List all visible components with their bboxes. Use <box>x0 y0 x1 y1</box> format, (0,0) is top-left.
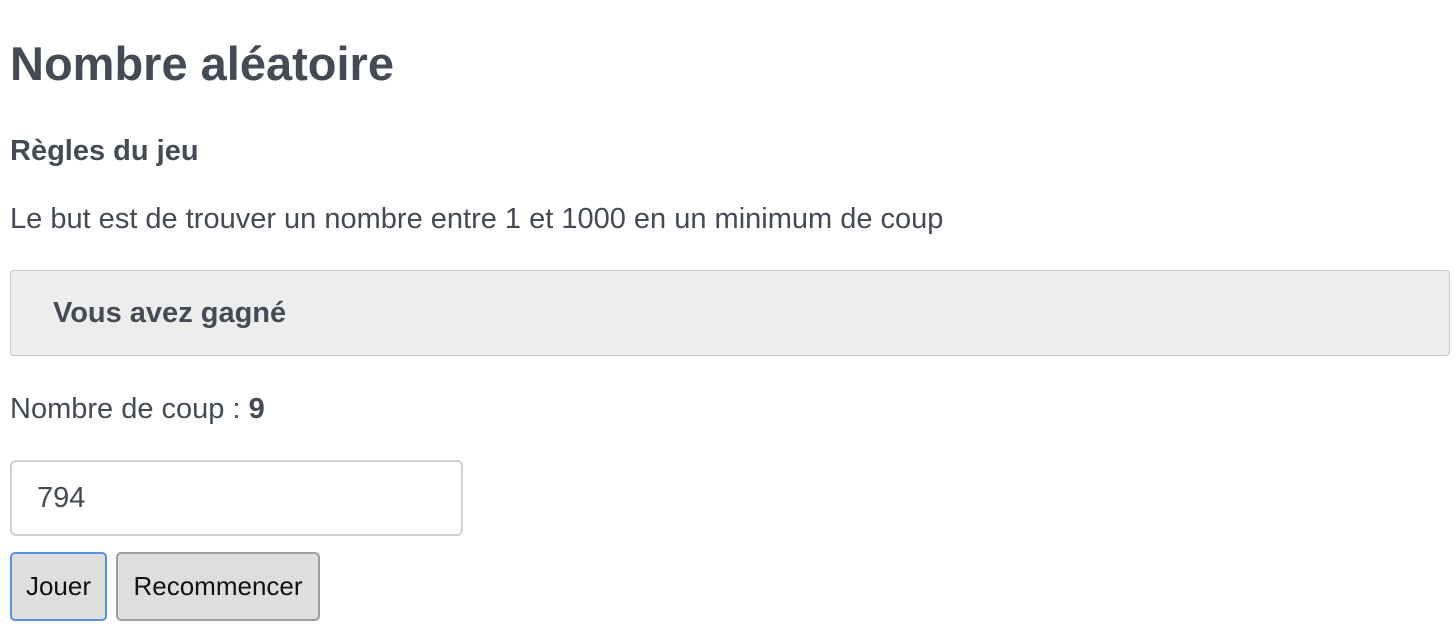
rules-description: Le but est de trouver un nombre entre 1 … <box>10 203 944 235</box>
result-message: Vous avez gagné <box>53 297 287 329</box>
guess-input[interactable] <box>10 460 463 536</box>
play-button[interactable]: Jouer <box>10 552 107 621</box>
attempt-count-value: 9 <box>248 393 265 425</box>
rules-heading: Règles du jeu <box>10 135 199 167</box>
attempt-count-label: Nombre de coup : <box>10 393 249 425</box>
result-message-box: Vous avez gagné <box>10 270 1450 356</box>
restart-button[interactable]: Recommencer <box>116 552 320 621</box>
page-title: Nombre aléatoire <box>10 37 394 90</box>
attempt-count-line: Nombre de coup : 9 <box>10 390 265 428</box>
